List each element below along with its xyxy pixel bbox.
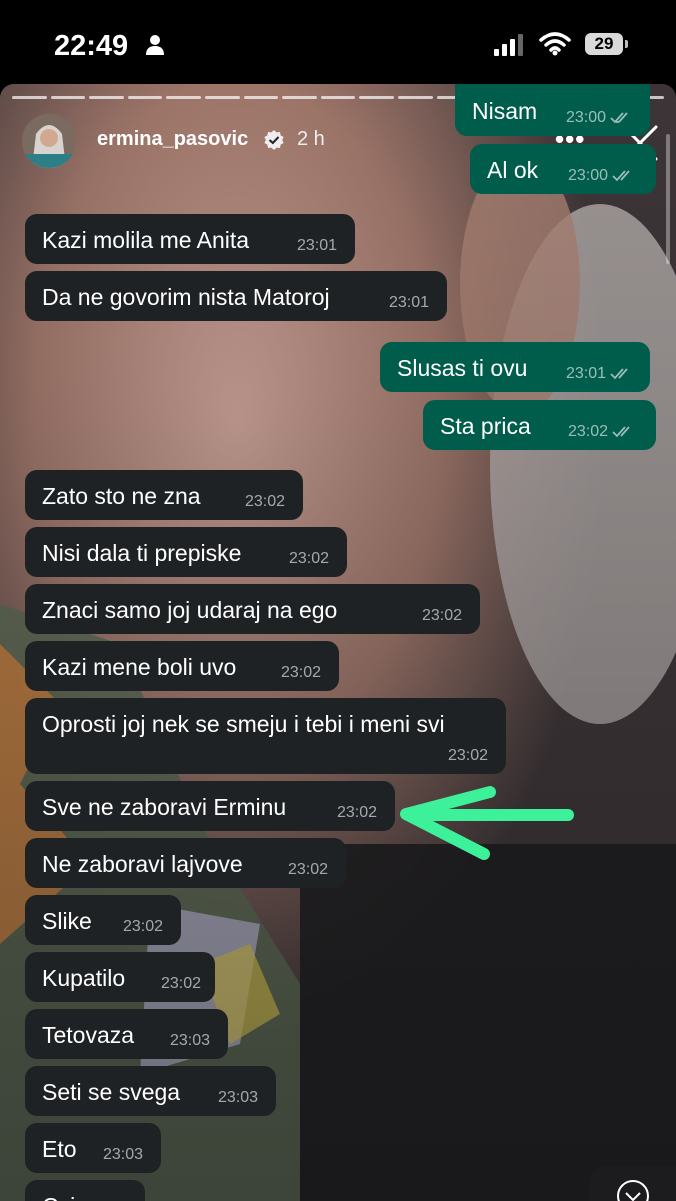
battery-nub — [625, 40, 628, 48]
chat-bubble-incoming: Da ne govorim nista Matoroj 23:01 — [25, 271, 447, 321]
scrollbar[interactable] — [666, 134, 670, 264]
chat-bubble-incoming: Zato sto ne zna 23:02 — [25, 470, 303, 520]
scroll-down-button[interactable] — [590, 1166, 676, 1201]
message-time: 23:00 — [565, 109, 606, 126]
battery-indicator: 29 — [585, 33, 629, 55]
message-time: 23:02 — [160, 975, 201, 992]
message-text: Kazi mene boli uvo — [42, 654, 237, 680]
message-text: Al ok — [487, 157, 539, 183]
message-time: 23:01 — [296, 237, 337, 254]
message-text: Eto — [42, 1136, 77, 1162]
message-time: 23:03 — [102, 1146, 143, 1163]
chat-bubble-incoming: Tetovaza 23:03 — [25, 1009, 228, 1059]
message-text: Znaci samo joj udaraj na ego — [42, 597, 338, 623]
message-time: 23:02 — [567, 423, 608, 440]
chat-bubble-incoming: Cvica — [25, 1180, 145, 1201]
chat-bubble-incoming: Kazi mene boli uvo 23:02 — [25, 641, 339, 691]
chat-bubble-incoming: Kupatilo 23:02 — [25, 952, 215, 1002]
annotation-arrow — [400, 786, 574, 860]
story-viewer[interactable]: ermina_pasovic 2 h ••• Nisam 23:00 Al ok… — [0, 84, 676, 1201]
message-text: Tetovaza — [42, 1022, 135, 1048]
message-text: Nisi dala ti prepiske — [42, 540, 242, 566]
status-time: 22:49 — [54, 30, 129, 62]
message-text: Ne zaboravi lajvove — [42, 851, 243, 877]
verified-icon — [264, 130, 284, 150]
chat-bubble-incoming: Nisi dala ti prepiske 23:02 — [25, 527, 347, 577]
message-text: Seti se svega — [42, 1079, 181, 1105]
chat-bubble-outgoing: Slusas ti ovu 23:01 — [380, 342, 650, 392]
wifi-icon — [539, 32, 571, 56]
message-text: Sve ne zaboravi Erminu — [42, 794, 287, 820]
message-time: 23:02 — [280, 664, 321, 681]
chat-bubble-incoming: Seti se svega 23:03 — [25, 1066, 276, 1116]
message-time: 23:01 — [565, 365, 606, 382]
message-text: Zato sto ne zna — [42, 483, 201, 509]
avatar[interactable] — [22, 114, 76, 168]
message-text: Da ne govorim nista Matoroj — [42, 284, 330, 310]
double-check-icon — [612, 170, 630, 182]
chat-bubble-outgoing: Al ok 23:00 — [470, 144, 656, 194]
message-text: Kupatilo — [42, 965, 126, 991]
chat-bubble-incoming: Slike 23:02 — [25, 895, 181, 945]
double-check-icon — [610, 368, 628, 380]
message-time: 23:02 — [421, 607, 462, 624]
message-text: Kazi molila me Anita — [42, 227, 250, 253]
message-text: Sta prica — [440, 413, 531, 439]
story-username[interactable]: ermina_pasovic — [97, 128, 248, 151]
message-time: 23:00 — [567, 167, 608, 184]
chat-bubble-incoming: Sve ne zaboravi Erminu 23:02 — [25, 781, 395, 831]
chat-bubble-incoming: Kazi molila me Anita 23:01 — [25, 214, 355, 264]
story-timestamp: 2 h — [297, 128, 325, 150]
message-text: Oprosti joj nek se smeju i tebi i meni s… — [42, 711, 445, 737]
chat-bubble-outgoing: Sta prica 23:02 — [423, 400, 656, 450]
message-time: 23:02 — [244, 493, 285, 510]
message-time: 23:02 — [288, 550, 329, 567]
message-time: 23:03 — [169, 1032, 210, 1049]
chevron-down-icon — [617, 1180, 649, 1201]
chat-bubble-incoming: Eto 23:03 — [25, 1123, 161, 1173]
message-time: 23:03 — [217, 1089, 258, 1106]
chat-bubble-incoming: Ne zaboravi lajvove 23:02 — [25, 838, 346, 888]
status-bar: 22:49 29 — [0, 0, 676, 84]
message-text: Slusas ti ovu — [397, 355, 528, 381]
message-text: Slike — [42, 908, 92, 934]
double-check-icon — [610, 112, 628, 124]
battery-level: 29 — [585, 33, 623, 55]
chat-bubble-incoming: Znaci samo joj udaraj na ego 23:02 — [25, 584, 480, 634]
message-time: 23:02 — [447, 747, 488, 764]
message-time: 23:02 — [336, 804, 377, 821]
message-time: 23:01 — [388, 294, 429, 311]
message-text: Nisam — [472, 98, 538, 124]
person-icon — [146, 35, 164, 55]
message-text: Cvica — [42, 1193, 100, 1201]
message-time: 23:02 — [122, 918, 163, 935]
chat-bubble-incoming: Oprosti joj nek se smeju i tebi i meni s… — [25, 698, 506, 774]
chat-bubble-outgoing: Nisam 23:00 — [455, 84, 650, 136]
message-time: 23:02 — [287, 861, 328, 878]
double-check-icon — [612, 426, 630, 438]
signal-icon — [494, 34, 523, 56]
